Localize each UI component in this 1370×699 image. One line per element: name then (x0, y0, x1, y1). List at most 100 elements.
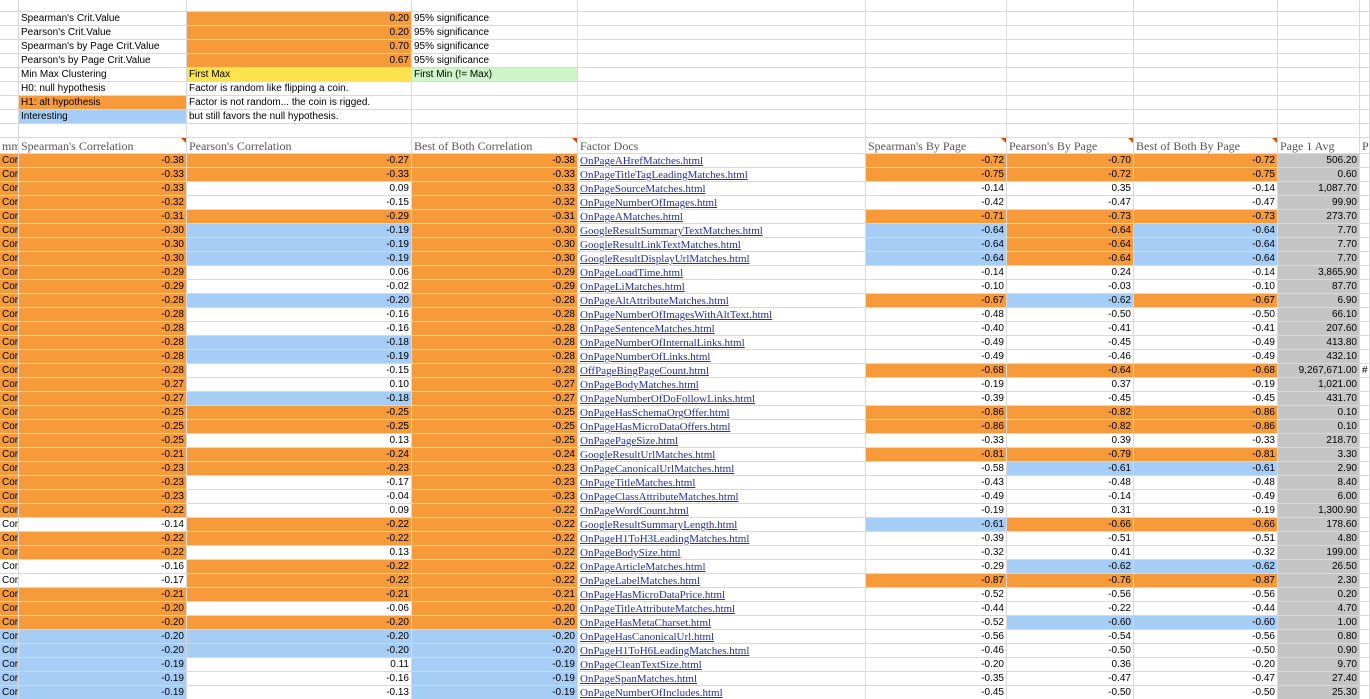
factor-doc-link-text[interactable]: OnPageAMatches.html (580, 210, 863, 223)
best-page-cell[interactable]: -0.66 (1134, 518, 1278, 532)
pearson-page-cell[interactable]: -0.64 (1007, 238, 1134, 252)
blank-cell[interactable] (187, 0, 412, 12)
row-label-cell[interactable]: Corr (0, 196, 19, 210)
legend-note[interactable]: 95% significance (412, 40, 578, 54)
factor-doc-link-text[interactable]: OnPageNumberOfImagesWithAltText.html (580, 308, 863, 321)
row-label-cell[interactable]: Corr (0, 560, 19, 574)
overflow-cell[interactable] (1360, 574, 1370, 588)
factor-doc-link-text[interactable]: OnPageSpanMatches.html (580, 672, 863, 685)
factor-doc-link[interactable]: OnPageLoadTime.html (578, 266, 866, 280)
factor-doc-link-text[interactable]: OnPageNumberOfIncludes.html (580, 686, 863, 699)
pearson-page-cell[interactable]: -0.60 (1007, 616, 1134, 630)
best-both-cell[interactable]: -0.30 (412, 238, 578, 252)
best-both-cell[interactable]: -0.28 (412, 294, 578, 308)
pearson-page-cell[interactable]: -0.70 (1007, 154, 1134, 168)
blank-cell[interactable] (1134, 124, 1278, 138)
spearman-cell[interactable]: -0.28 (19, 350, 187, 364)
pearson-cell[interactable]: 0.09 (187, 504, 412, 518)
page1-avg-cell[interactable]: 4.70 (1278, 602, 1360, 616)
row-label-cell[interactable]: Corr (0, 420, 19, 434)
pearson-cell[interactable]: -0.13 (187, 686, 412, 699)
best-page-cell[interactable]: -0.49 (1134, 490, 1278, 504)
factor-doc-link-text[interactable]: OnPageClassAttributeMatches.html (580, 490, 863, 503)
best-page-cell[interactable]: -0.62 (1134, 560, 1278, 574)
page1-avg-cell[interactable]: 1,300.90 (1278, 504, 1360, 518)
overflow-cell[interactable] (1360, 336, 1370, 350)
blank-cell[interactable] (578, 124, 866, 138)
row-label-cell[interactable]: Corr (0, 210, 19, 224)
blank-cell[interactable] (0, 0, 19, 12)
factor-doc-link[interactable]: OnPageHasMetaCharset.html (578, 616, 866, 630)
overflow-cell[interactable] (1360, 294, 1370, 308)
pearson-page-cell[interactable]: -0.03 (1007, 280, 1134, 294)
factor-doc-link[interactable]: OnPageTitleMatches.html (578, 476, 866, 490)
page1-avg-cell[interactable]: 1,021.00 (1278, 378, 1360, 392)
spearman-cell[interactable]: -0.27 (19, 378, 187, 392)
pearson-cell[interactable]: -0.02 (187, 280, 412, 294)
legend-label[interactable]: H1: alt hypothesis (19, 96, 187, 110)
best-page-cell[interactable]: -0.64 (1134, 224, 1278, 238)
pearson-page-cell[interactable]: -0.64 (1007, 252, 1134, 266)
spearman-cell[interactable]: -0.17 (19, 574, 187, 588)
overflow-cell[interactable] (1360, 644, 1370, 658)
pearson-cell[interactable]: -0.25 (187, 420, 412, 434)
page1-avg-cell[interactable]: 4.80 (1278, 532, 1360, 546)
row-label-cell[interactable]: Corr (0, 490, 19, 504)
pearson-cell[interactable]: -0.25 (187, 406, 412, 420)
blank-cell[interactable] (1134, 68, 1278, 82)
comment-indicator-icon[interactable] (1128, 138, 1133, 143)
pearson-cell[interactable]: -0.20 (187, 294, 412, 308)
page1-avg-cell[interactable]: 413.80 (1278, 336, 1360, 350)
blank-cell[interactable] (1278, 68, 1360, 82)
legend-note[interactable]: 95% significance (412, 26, 578, 40)
best-both-cell[interactable]: -0.22 (412, 560, 578, 574)
pearson-cell[interactable]: -0.27 (187, 154, 412, 168)
spearman-page-cell[interactable]: -0.68 (866, 364, 1007, 378)
best-both-cell[interactable]: -0.22 (412, 546, 578, 560)
page1-avg-cell[interactable]: 0.10 (1278, 406, 1360, 420)
page1-avg-cell[interactable]: 7.70 (1278, 224, 1360, 238)
spearman-cell[interactable]: -0.30 (19, 238, 187, 252)
pearson-page-cell[interactable]: -0.56 (1007, 588, 1134, 602)
spearman-cell[interactable]: -0.23 (19, 476, 187, 490)
spearman-cell[interactable]: -0.20 (19, 630, 187, 644)
best-both-cell[interactable]: -0.27 (412, 392, 578, 406)
spearman-cell[interactable]: -0.33 (19, 182, 187, 196)
spearman-cell[interactable]: -0.27 (19, 392, 187, 406)
spearman-page-cell[interactable]: -0.35 (866, 672, 1007, 686)
spearman-cell[interactable]: -0.22 (19, 504, 187, 518)
page1-avg-cell[interactable]: 2.30 (1278, 574, 1360, 588)
blank-cell[interactable] (1007, 110, 1134, 124)
factor-doc-link-text[interactable]: GoogleResultSummaryTextMatches.html (580, 224, 863, 237)
spearman-page-cell[interactable]: -0.19 (866, 504, 1007, 518)
blank-cell[interactable] (1360, 0, 1370, 12)
row-label-cell[interactable]: Corr (0, 532, 19, 546)
pearson-page-cell[interactable]: -0.76 (1007, 574, 1134, 588)
row-label-cell[interactable]: Corr (0, 350, 19, 364)
blank-cell[interactable] (578, 0, 866, 12)
factor-doc-link[interactable]: OnPageH1ToH6LeadingMatches.html (578, 644, 866, 658)
row-label-cell[interactable]: Corr (0, 588, 19, 602)
factor-doc-link-text[interactable]: OnPageWordCount.html (580, 504, 863, 517)
page1-avg-cell[interactable]: 1,087.70 (1278, 182, 1360, 196)
spearman-cell[interactable]: -0.28 (19, 294, 187, 308)
best-both-cell[interactable]: -0.23 (412, 490, 578, 504)
page1-avg-cell[interactable]: 7.70 (1278, 238, 1360, 252)
blank-cell[interactable] (1360, 54, 1370, 68)
spearman-page-cell[interactable]: -0.14 (866, 182, 1007, 196)
factor-doc-link[interactable]: OnPageTitleTagLeadingMatches.html (578, 168, 866, 182)
legend-value[interactable]: 0.67 (187, 54, 412, 68)
best-both-cell[interactable]: -0.22 (412, 532, 578, 546)
best-page-cell[interactable]: -0.86 (1134, 420, 1278, 434)
pearson-page-cell[interactable]: 0.35 (1007, 182, 1134, 196)
spearman-cell[interactable]: -0.32 (19, 196, 187, 210)
factor-doc-link-text[interactable]: OnPageHasMetaCharset.html (580, 616, 863, 629)
blank-cell[interactable] (1278, 82, 1360, 96)
factor-doc-link-text[interactable]: OnPagePageSize.html (580, 434, 863, 447)
page1-avg-cell[interactable]: 6.00 (1278, 490, 1360, 504)
blank-cell[interactable] (1278, 0, 1360, 12)
spearman-page-cell[interactable]: -0.46 (866, 644, 1007, 658)
blank-cell[interactable] (1278, 26, 1360, 40)
best-page-cell[interactable]: -0.87 (1134, 574, 1278, 588)
column-header-best-page[interactable]: Best of Both By Page (1134, 138, 1278, 154)
